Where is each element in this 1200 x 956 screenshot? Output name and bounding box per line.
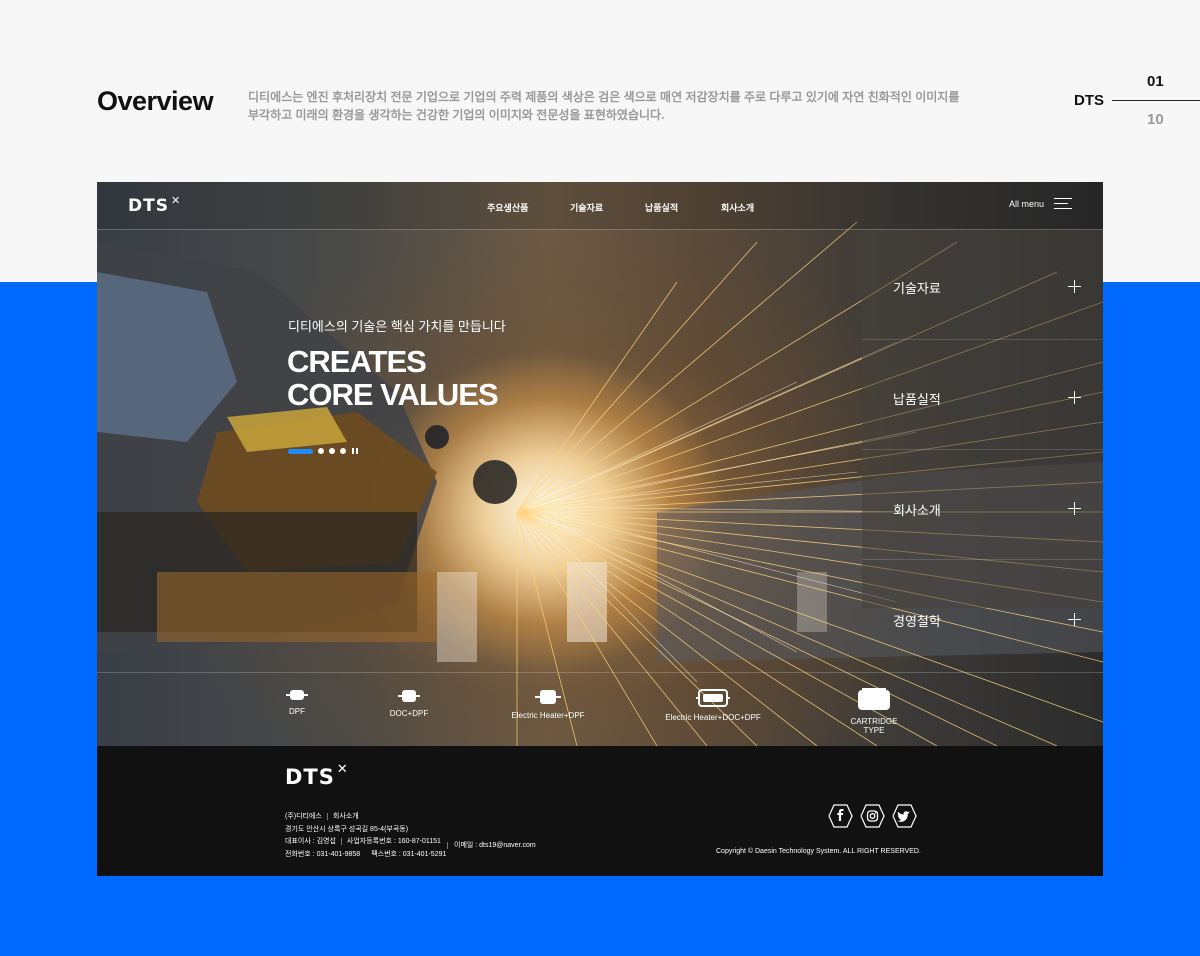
- footer-ceo: 대표이사 : 김영섭: [285, 838, 336, 845]
- site-footer: DTS ✕ (주)디티에스 회사소개 경기도 안산시 상록구 성곡길 85-4(부…: [97, 746, 1103, 876]
- hero-title-line-1: CREATES: [287, 344, 427, 379]
- pager-brand: DTS: [1074, 92, 1104, 109]
- hero-subtitle: 디티에스의 기술은 핵심 가치를 만듭니다: [288, 319, 506, 334]
- product-label: CARTRIDGE TYPE: [850, 717, 898, 735]
- nav-item-technical-data[interactable]: 기술자료: [570, 201, 645, 214]
- site-logo[interactable]: DTS ✕: [128, 194, 182, 216]
- side-menu-label: 경영철학: [893, 614, 941, 629]
- side-menu-item-philosophy[interactable]: 경영철학: [862, 560, 1103, 670]
- electric-heater-dpf-icon: [535, 690, 561, 704]
- side-menu-item-company[interactable]: 회사소개: [862, 450, 1103, 560]
- facebook-icon[interactable]: [828, 804, 853, 828]
- nav-item-company[interactable]: 회사소개: [721, 201, 781, 214]
- side-menu-item-technical-data[interactable]: 기술자료: [862, 230, 1103, 340]
- overview-description-line-2: 부각하고 미래의 환경을 생각하는 건강한 기업의 이미지와 전문성을 표현하였…: [248, 108, 665, 122]
- plus-icon: [1068, 391, 1081, 404]
- overview-title: Overview: [97, 86, 214, 116]
- instagram-icon[interactable]: [860, 804, 885, 828]
- side-menu-label: 회사소개: [893, 503, 941, 518]
- social-links: [828, 804, 917, 828]
- nav-item-delivery-record[interactable]: 납품실적: [645, 201, 721, 214]
- pager-current: 01: [1147, 73, 1164, 90]
- footer-business-number: 사업자등록번호 : 160-87-01151: [346, 838, 441, 845]
- main-nav: 주요생산품 기술자료 납품실적 회사소개: [487, 201, 781, 214]
- plus-icon: [1068, 613, 1081, 626]
- footer-copyright: Copyright © Daesin Technology System. AL…: [716, 848, 921, 855]
- cartridge-type-icon: [858, 688, 890, 710]
- footer-email-block: 이메일 : dts19@naver.com: [447, 840, 536, 850]
- side-menu-label: 기술자료: [893, 281, 941, 296]
- logo-x-icon: ✕: [336, 762, 349, 777]
- slider-dot-active[interactable]: [288, 448, 313, 454]
- pager-total: 10: [1147, 111, 1164, 128]
- hero-title: CREATES CORE VALUES: [287, 344, 499, 412]
- hero-title-line-2: CORE VALUES: [287, 377, 499, 412]
- footer-company-name: (주)디티에스: [285, 813, 322, 820]
- overview-description: 디티에스는 엔진 후처리장치 전문 기업으로 기업의 주력 제품의 색상은 검은…: [248, 88, 960, 124]
- product-doc-dpf[interactable]: DOC+DPF: [389, 688, 429, 718]
- slider-dot[interactable]: [329, 448, 335, 454]
- twitter-icon[interactable]: [892, 804, 917, 828]
- plus-icon: [1068, 280, 1081, 293]
- side-menu-item-delivery-record[interactable]: 납품실적: [862, 340, 1103, 450]
- products-divider: [97, 672, 1103, 673]
- footer-company-link[interactable]: 회사소개: [333, 813, 359, 820]
- product-electric-heater-doc-dpf[interactable]: Electric Heater+DOC+DPF: [665, 688, 761, 722]
- footer-fax: 팩스번호 : 031-401-5291: [371, 850, 447, 858]
- product-label: Electric Heater+DPF: [511, 711, 585, 720]
- product-cartridge-type[interactable]: CARTRIDGE TYPE: [841, 688, 907, 735]
- product-label: Electric Heater+DOC+DPF: [665, 713, 761, 722]
- website-mockup: DTS ✕ 주요생산품 기술자료 납품실적 회사소개 All menu 디티에스…: [97, 182, 1103, 876]
- hamburger-icon: [1054, 198, 1073, 210]
- electric-heater-doc-dpf-icon: [696, 689, 730, 707]
- plus-icon: [1068, 502, 1081, 515]
- side-menu-label: 납품실적: [893, 392, 941, 407]
- pager-divider: [1112, 100, 1200, 101]
- nav-item-products[interactable]: 주요생산품: [487, 201, 570, 214]
- footer-phone: 전화번호 : 031-401-9858: [285, 850, 361, 858]
- slider-dot[interactable]: [318, 448, 324, 454]
- slider-pagination: [288, 448, 358, 454]
- footer-address: 경기도 안산시 상록구 성곡길 85-4(부곡동): [285, 825, 409, 833]
- overview-description-line-1: 디티에스는 엔진 후처리장치 전문 기업으로 기업의 주력 제품의 색상은 검은…: [248, 90, 960, 104]
- doc-dpf-icon: [398, 690, 420, 702]
- pause-icon[interactable]: [352, 448, 358, 454]
- logo-x-icon: ✕: [170, 194, 182, 207]
- product-dpf[interactable]: DPF: [285, 688, 309, 716]
- all-menu-label: All menu: [1009, 199, 1045, 209]
- product-label: DPF: [289, 707, 305, 716]
- footer-company-info: (주)디티에스 회사소개 경기도 안산시 상록구 성곡길 85-4(부곡동) 대표…: [285, 811, 446, 861]
- all-menu-button[interactable]: All menu: [1009, 198, 1073, 210]
- dpf-icon: [286, 690, 308, 700]
- product-label: DOC+DPF: [389, 709, 429, 718]
- slider-dot[interactable]: [340, 448, 346, 454]
- site-logo-text: DTS: [128, 196, 169, 216]
- hero-section: DTS ✕ 주요생산품 기술자료 납품실적 회사소개 All menu 디티에스…: [97, 182, 1103, 746]
- footer-logo[interactable]: DTS ✕: [285, 762, 349, 789]
- footer-email[interactable]: 이메일 : dts19@naver.com: [454, 840, 536, 850]
- footer-logo-text: DTS: [285, 765, 335, 789]
- product-electric-heater-dpf[interactable]: Electric Heater+DPF: [510, 688, 586, 720]
